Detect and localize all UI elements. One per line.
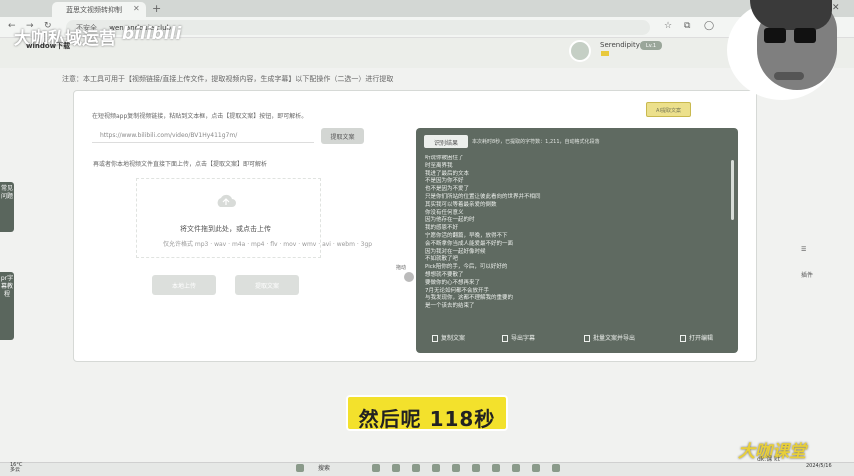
taskbar-app-8[interactable] xyxy=(512,464,520,472)
result-line: 与我发现你，这都不理解我的重要的 xyxy=(425,295,514,302)
result-line: 听说你被困住了 xyxy=(425,155,464,161)
copy-label: 复制文案 xyxy=(441,335,466,342)
glasses-right xyxy=(794,28,816,43)
export-label: 导出字幕 xyxy=(511,335,536,342)
result-line: 因为我对在一起好像时候 xyxy=(425,248,486,255)
vip-icon xyxy=(601,51,609,56)
export-icon xyxy=(502,335,508,342)
side-tab-pr-tutorial[interactable]: pr字幕教程 xyxy=(0,272,14,340)
extensions-icon[interactable]: ⧉ xyxy=(684,21,690,31)
taskbar-app-7[interactable] xyxy=(492,464,500,472)
result-line: 会不断拿你当成人能爱最不好的一面 xyxy=(425,240,514,247)
download-link[interactable]: window下载 xyxy=(26,41,70,51)
result-line: 只是你们所站的位置让彼此看向的世界并不相同 xyxy=(425,193,541,200)
edit-icon xyxy=(680,335,686,342)
result-line: 时至离界我 xyxy=(425,162,453,169)
cursor-icon xyxy=(404,272,414,282)
result-line: 是一个该去的结束了 xyxy=(425,303,475,310)
result-line: 也不是因为不爱了 xyxy=(425,186,470,193)
start-icon[interactable] xyxy=(296,464,304,472)
taskbar-app-4[interactable] xyxy=(432,464,440,472)
copy-button[interactable]: 复制文案 xyxy=(432,333,465,342)
result-text[interactable]: 听说你被困住了 时至离界我 我进了最后的文本 不是因为你不好 也不是因为不爱了 只是你们所… xyxy=(425,155,725,325)
tools-icon[interactable]: ☰ xyxy=(801,246,806,253)
new-tab-icon[interactable]: + xyxy=(152,2,161,15)
upload-types: 仅允许格式 mp3 · wav · m4a · mp4 · flv · mov … xyxy=(163,241,373,248)
input-hint: 在短视频app复制视频链接，粘贴到文本框，点击【提取文案】按钮，即可解析。 xyxy=(92,113,308,120)
side-tab-faq[interactable]: 常见问题 xyxy=(0,182,14,232)
taskbar-app-9[interactable] xyxy=(532,464,540,472)
copy-icon xyxy=(432,335,438,342)
taskbar-app-10[interactable] xyxy=(552,464,560,472)
upload-hint: 再或者你本地视频文件直接下面上传，点击【提取文案】即可解析 xyxy=(93,161,268,168)
local-upload-button[interactable]: 本地上传 xyxy=(152,275,216,295)
window-close-icon[interactable]: ✕ xyxy=(832,3,840,13)
taskbar-app-2[interactable] xyxy=(392,464,400,472)
webcam-mouth xyxy=(774,72,804,80)
result-line: 我的感恩不好 xyxy=(425,225,459,232)
taskbar-app-1[interactable] xyxy=(372,464,380,472)
parse-button[interactable]: 提取文案 xyxy=(321,128,364,144)
result-line: 想想就不要散了 xyxy=(425,271,464,278)
result-info: 本次耗时8秒，已提取的字符数：1,211，自动格式化段落 xyxy=(472,139,600,145)
batch-export-button[interactable]: 批量文案并导出 xyxy=(584,333,635,342)
taskbar-search[interactable]: 搜索 xyxy=(318,463,330,472)
result-header-button[interactable]: 识别结果 xyxy=(424,135,468,148)
glasses-left xyxy=(764,28,786,43)
export-button[interactable]: 导出字幕 xyxy=(502,333,535,342)
extract-button[interactable]: 提取文案 xyxy=(235,275,299,295)
result-line: 不是因为你不好 xyxy=(425,178,464,185)
edit-button[interactable]: 打开编辑 xyxy=(680,333,713,342)
video-subtitle: 然后呢 118秒 xyxy=(346,395,508,431)
star-icon[interactable]: ☆ xyxy=(664,21,672,31)
video-url-input[interactable]: https://www.bilibili.com/video/BV1Hy411g… xyxy=(92,129,314,143)
user-level-badge: Lv.1 xyxy=(640,41,662,50)
weather-desc: 多云 xyxy=(10,467,21,473)
close-tab-icon[interactable]: ✕ xyxy=(133,4,140,13)
drag-label: 拖动 xyxy=(396,265,407,271)
result-line: 我进了最后的文本 xyxy=(425,170,470,177)
result-scrollbar[interactable] xyxy=(731,160,734,220)
cloud-upload-icon xyxy=(217,194,236,207)
clock: 2024/5/16 xyxy=(806,463,832,469)
watermark-sub: dk.课 kt xyxy=(757,456,780,463)
result-line: 要做你的心不想再来了 xyxy=(425,279,481,286)
batch-icon xyxy=(584,335,590,342)
result-line: 其实我可以等着最亲爱的倒数 xyxy=(425,201,497,208)
result-line: 不如就散了吧 xyxy=(425,256,459,263)
notice-text: 注意：本工具可用于【视频链接/直接上传文件，提取视频内容，生成字幕】以下配操作（… xyxy=(62,75,394,83)
user-name[interactable]: Serendipity xyxy=(600,41,640,49)
result-line: 宁愿你活的翻篇，早晚，放得不下 xyxy=(425,232,508,239)
avatar[interactable] xyxy=(569,40,591,62)
edit-label: 打开编辑 xyxy=(689,335,714,342)
profile-icon[interactable]: ◯ xyxy=(704,21,714,31)
browser-tab[interactable]: 蓝思文视频转抑制 xyxy=(52,2,146,17)
result-line: Pick陪你的手，今后，可以好好的 xyxy=(425,264,508,271)
taskbar-app-5[interactable] xyxy=(452,464,460,472)
tools-label[interactable]: 插件 xyxy=(801,270,813,279)
ai-tag: AI提取文案 xyxy=(646,102,691,117)
taskbar-app-3[interactable] xyxy=(412,464,420,472)
bilibili-logo: bilibili xyxy=(122,24,182,44)
result-line: 因为他存在一起的时 xyxy=(425,217,475,224)
taskbar xyxy=(0,462,854,476)
batch-label: 批量文案并导出 xyxy=(593,335,636,342)
weather-widget[interactable]: 16°C 多云 xyxy=(10,463,22,473)
upload-text: 将文件拖到此处，或点击上传 xyxy=(180,225,271,233)
taskbar-app-6[interactable] xyxy=(472,464,480,472)
